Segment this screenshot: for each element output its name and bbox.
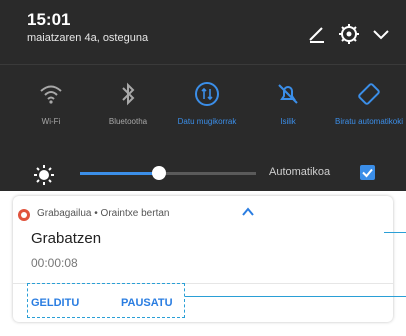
chevron-down-icon[interactable] <box>369 22 393 46</box>
tile-wifi[interactable]: Wi-Fi <box>16 80 86 127</box>
wifi-icon <box>40 85 62 104</box>
tile-label: Biratu automatikoki <box>334 117 404 126</box>
tile-label: Bluetootha <box>108 117 148 126</box>
bluetooth-icon <box>122 82 135 106</box>
brightness-slider-track[interactable] <box>80 172 256 175</box>
recorder-app-icon <box>18 209 30 221</box>
auto-rotate-icon <box>358 83 380 105</box>
annotation-line <box>384 232 406 233</box>
annotation-box <box>27 283 185 318</box>
auto-brightness-checkbox[interactable] <box>360 165 375 180</box>
recording-timer: 00:00:08 <box>31 256 78 270</box>
gear-icon[interactable] <box>337 22 361 46</box>
tile-silent[interactable]: Isilik <box>253 80 323 127</box>
annotation-line <box>185 296 406 297</box>
tile-auto-rotate[interactable]: Biratu automatikoki <box>334 80 404 127</box>
brightness-slider-thumb[interactable] <box>152 166 166 180</box>
chevron-up-icon[interactable] <box>241 206 255 218</box>
tile-label: Isilik <box>280 117 296 126</box>
status-time: 15:01 <box>27 10 71 29</box>
tile-mobile-data[interactable]: Datu mugikorrak <box>172 80 242 127</box>
tile-label: Datu mugikorrak <box>177 117 237 126</box>
header-divider <box>0 64 406 65</box>
tile-label: Wi-Fi <box>41 117 61 126</box>
silent-icon <box>278 84 298 104</box>
notification-title: Grabatzen <box>31 230 102 247</box>
status-date: maiatzaren 4a, osteguna <box>27 32 149 44</box>
brightness-icon <box>34 165 54 185</box>
notification-app-line: Grabagailua • Oraintxe bertan <box>37 208 170 219</box>
auto-brightness-label: Automatikoa <box>269 166 331 178</box>
brightness-slider-fill <box>80 172 159 175</box>
tile-bluetooth[interactable]: Bluetootha <box>93 80 163 127</box>
mobile-data-icon <box>195 82 219 106</box>
edit-icon[interactable] <box>306 22 330 46</box>
